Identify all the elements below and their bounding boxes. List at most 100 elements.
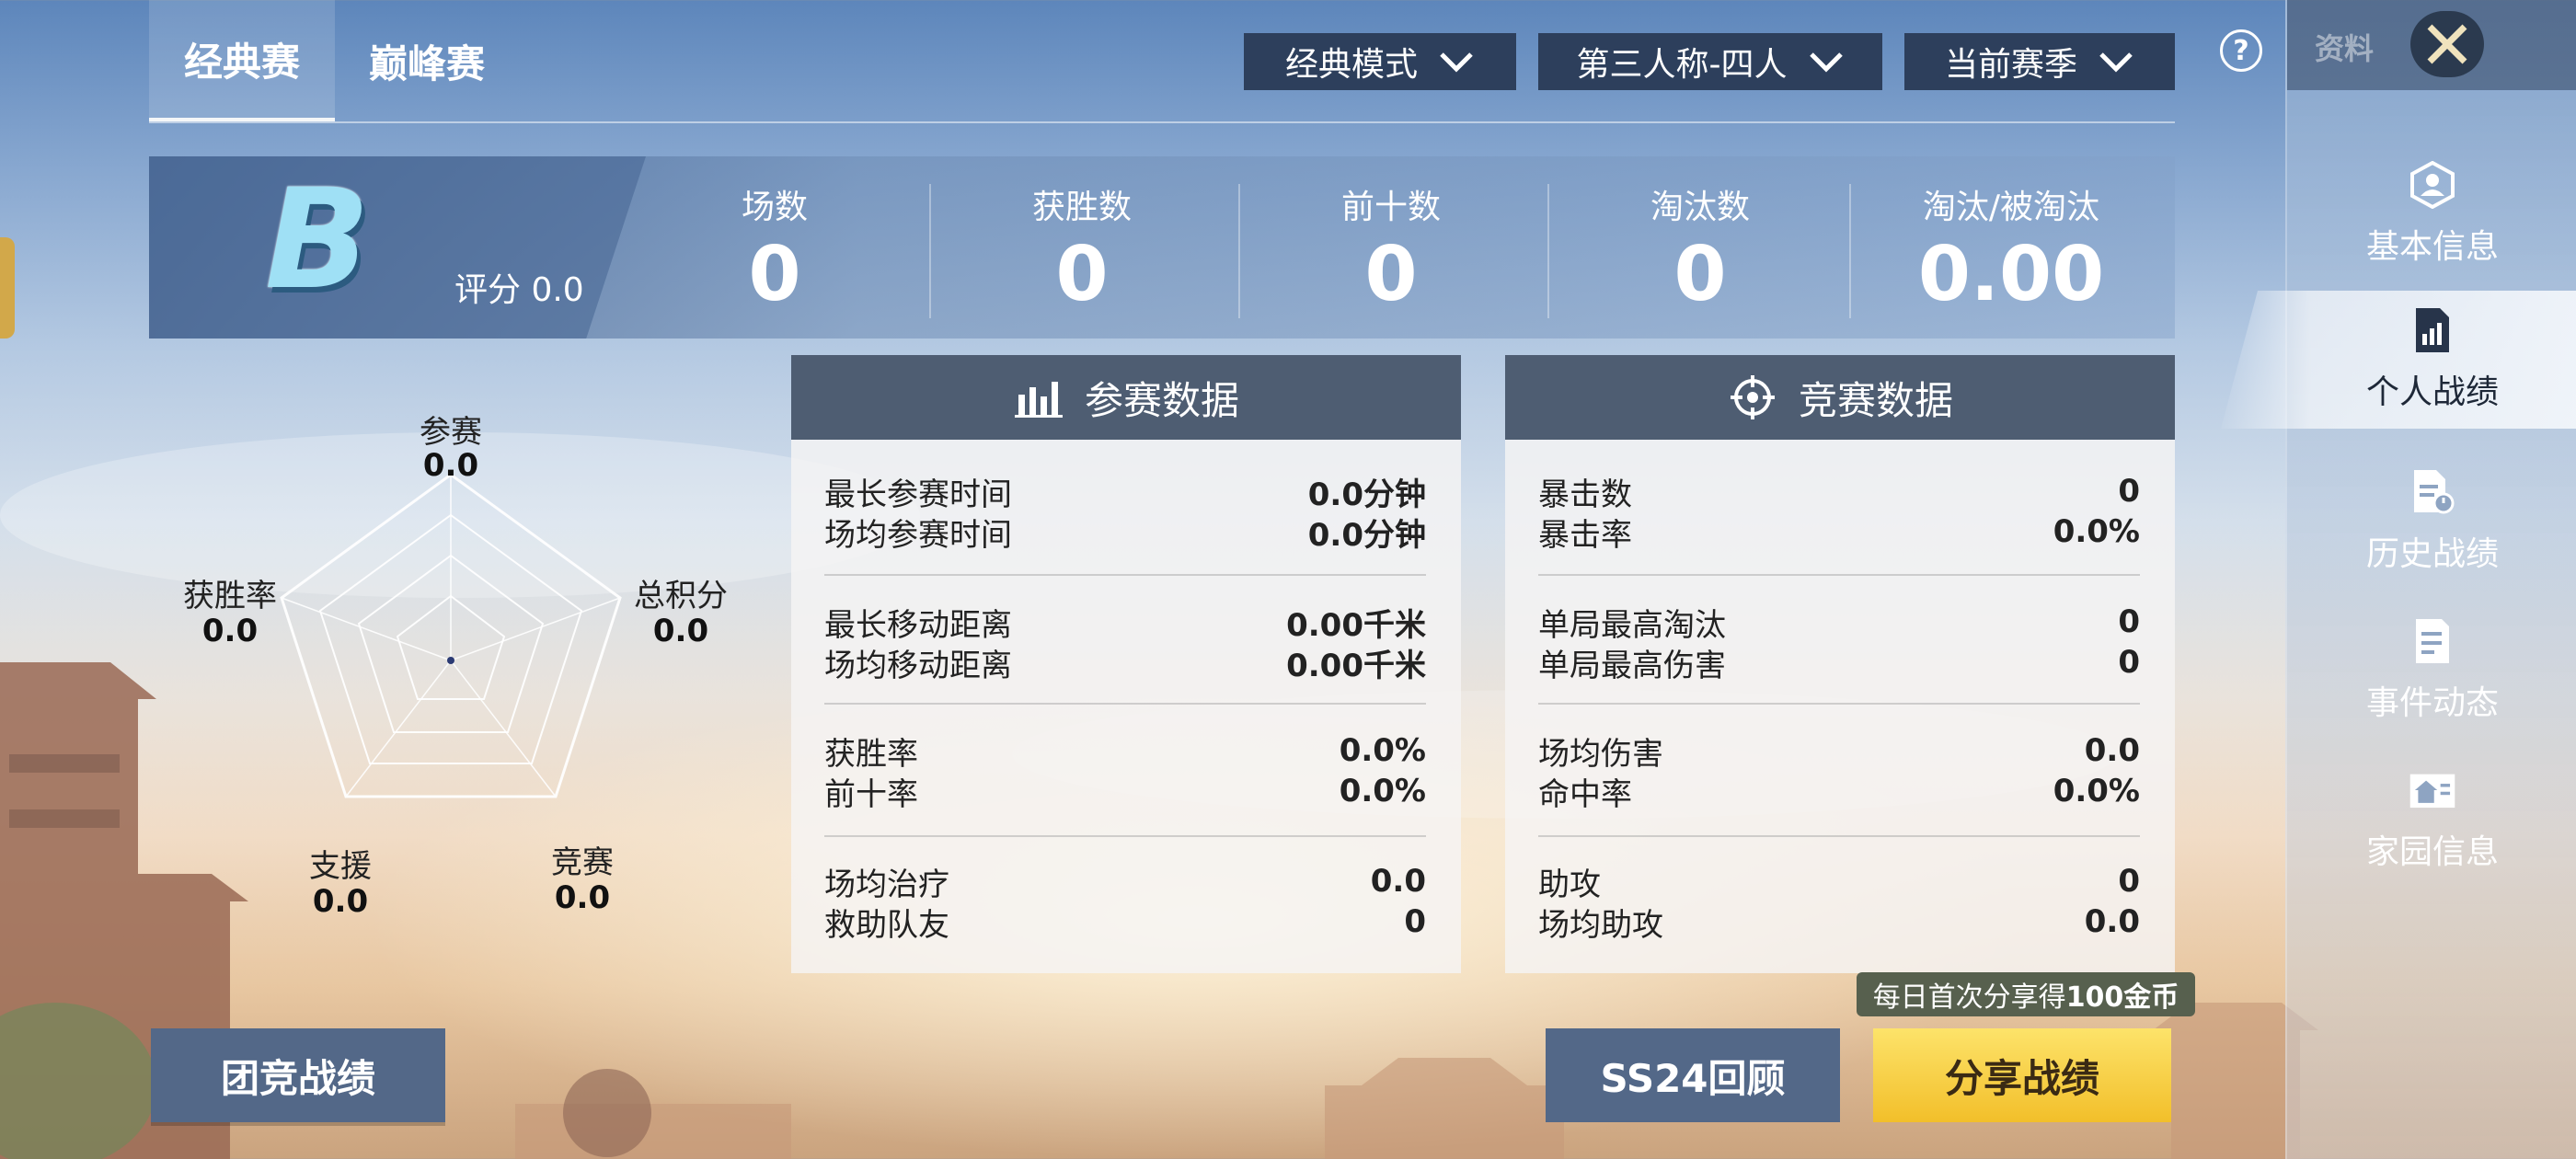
- participation-panel: 参赛数据 最长参赛时间 0.0分钟 场均参赛时间 0.0分钟 最长移动距离 0.00千…: [791, 355, 1461, 973]
- row-label: 助攻: [1538, 866, 1601, 903]
- row-label: 命中率: [1538, 775, 1632, 813]
- row-label: 场均移动距离: [824, 647, 1012, 684]
- radar-chart: 参赛 0.0 总积分 0.0 竞赛 0.0 支援 0.0 获胜率 0.0: [147, 386, 754, 957]
- score-label: 评分 0.0: [454, 271, 584, 309]
- divider: [1538, 574, 2140, 576]
- profile-sidebar: 资料 基本信息 个人战绩 历史战绩 事件动态 家园信息: [2221, 0, 2576, 1159]
- row-value: 0.0分钟: [1307, 516, 1426, 554]
- perspective-dropdown[interactable]: 第三人称-四人: [1538, 33, 1882, 90]
- sidebar-item-history[interactable]: 历史战绩: [2287, 453, 2576, 591]
- grade-section: [149, 156, 646, 339]
- list-item: 助攻 0: [1538, 861, 2140, 903]
- radar-label-combat: 竞赛: [551, 844, 614, 881]
- row-label: 最长移动距离: [824, 606, 1012, 644]
- row-label: 场均伤害: [1538, 735, 1663, 773]
- divider: [1238, 184, 1240, 318]
- row-label: 场均治疗: [824, 866, 949, 903]
- tab-peak[interactable]: 巅峰赛: [335, 0, 519, 121]
- stat-label: 前十数: [1340, 189, 1441, 226]
- sidebar-title: 资料: [2315, 31, 2375, 66]
- participation-panel-title: 参赛数据: [1084, 377, 1239, 423]
- row-label: 获胜率: [824, 735, 918, 773]
- close-button[interactable]: [2410, 11, 2484, 77]
- stat-eliminations: 淘汰数 0: [1553, 180, 1847, 313]
- row-value: 0.00千米: [1286, 647, 1426, 684]
- list-item: 场均参赛时间 0.0分钟: [824, 511, 1426, 554]
- row-value: 0.0: [2084, 903, 2140, 940]
- stat-label: 淘汰数: [1650, 189, 1750, 226]
- row-value: 0.00千米: [1286, 606, 1426, 644]
- sidebar-item-label: 事件动态: [2365, 684, 2499, 722]
- sidebar-item-label: 个人战绩: [2365, 373, 2499, 411]
- row-label: 场均助攻: [1538, 906, 1663, 944]
- bar-chart-doc-icon: [2416, 308, 2449, 352]
- stat-value: 0: [748, 231, 801, 318]
- combat-panel: 竞赛数据 暴击数 0 暴击率 0.0% 单局最高淘汰 0 单局最高伤害 0 场均伤害 0.…: [1505, 355, 2175, 973]
- ss24-review-button[interactable]: SS24回顾: [1546, 1028, 1840, 1122]
- list-item: 场均治疗 0.0: [824, 861, 1426, 903]
- radar-value-combat: 0.0: [554, 879, 611, 916]
- season-dropdown[interactable]: 当前赛季: [1904, 33, 2175, 90]
- side-drawer-handle[interactable]: [0, 237, 15, 339]
- row-label: 前十率: [824, 775, 918, 813]
- bar-chart-icon: [1014, 382, 1063, 418]
- row-value: 0.0: [2084, 732, 2140, 769]
- stat-label: 淘汰/被淘汰: [1922, 189, 2100, 226]
- stat-value: 0: [1364, 231, 1418, 318]
- sidebar-item-home[interactable]: 家园信息: [2287, 751, 2576, 889]
- share-record-button[interactable]: 分享战绩: [1873, 1028, 2171, 1122]
- share-tip-prefix: 每日首次分享得: [1872, 981, 2066, 1014]
- divider: [929, 184, 931, 318]
- list-item: 单局最高淘汰 0: [1538, 602, 2140, 644]
- radar-label-support: 支援: [309, 848, 372, 885]
- stat-wins: 获胜数 0: [935, 180, 1229, 313]
- radar-label-win-rate: 获胜率: [183, 578, 277, 614]
- stat-top10: 前十数 0: [1244, 180, 1538, 313]
- home-icon: [2409, 774, 2455, 809]
- stat-label: 场数: [741, 189, 808, 226]
- divider: [824, 574, 1426, 576]
- tab-divider: [149, 121, 2175, 123]
- chevron-down-icon: [2099, 52, 2133, 73]
- list-item: 前十率 0.0%: [824, 771, 1426, 813]
- list-item: 暴击率 0.0%: [1538, 511, 2140, 554]
- stat-value: 0: [1055, 231, 1109, 318]
- radar-label-participation: 参赛: [420, 414, 482, 451]
- list-item: 命中率 0.0%: [1538, 771, 2140, 813]
- radar-value-win-rate: 0.0: [201, 613, 259, 649]
- sidebar-item-events[interactable]: 事件动态: [2287, 602, 2576, 740]
- stat-value: 0.00: [1917, 231, 2105, 318]
- profile-icon: [2410, 161, 2455, 209]
- tab-classic[interactable]: 经典赛: [149, 0, 335, 121]
- sidebar-item-basic-info[interactable]: 基本信息: [2287, 145, 2576, 283]
- event-doc-icon: [2416, 619, 2449, 663]
- row-value: 0.0%: [2053, 513, 2140, 550]
- history-doc-icon: [2414, 470, 2455, 514]
- season-dropdown-label: 当前赛季: [1944, 46, 2077, 84]
- radar-value-participation: 0.0: [422, 447, 479, 484]
- close-icon: [2427, 24, 2467, 64]
- team-record-button[interactable]: 团竞战绩: [151, 1028, 445, 1122]
- divider: [1849, 184, 1851, 318]
- list-item: 场均伤害 0.0: [1538, 730, 2140, 773]
- combat-panel-header: 竞赛数据: [1505, 355, 2175, 440]
- combat-panel-title: 竞赛数据: [1798, 377, 1953, 423]
- row-label: 场均参赛时间: [824, 516, 1012, 554]
- mode-dropdown[interactable]: 经典模式: [1244, 33, 1516, 90]
- list-item: 场均助攻 0.0: [1538, 901, 2140, 944]
- radar-label-total-score: 总积分: [634, 578, 728, 614]
- sidebar-item-label: 历史战绩: [2365, 535, 2499, 573]
- stat-kd: 淘汰/被淘汰 0.00: [1864, 180, 2158, 313]
- row-value: 0: [2118, 644, 2140, 681]
- sidebar-item-label: 家园信息: [2365, 833, 2499, 871]
- sidebar-item-personal-record[interactable]: 个人战绩: [2287, 291, 2576, 429]
- row-value: 0.0%: [1339, 773, 1426, 809]
- stat-matches: 场数 0: [627, 180, 922, 313]
- row-value: 0: [1404, 903, 1426, 940]
- radar-value-support: 0.0: [312, 883, 369, 920]
- row-value: 0.0%: [1339, 732, 1426, 769]
- row-value: 0.0分钟: [1307, 476, 1426, 513]
- question-circle-icon[interactable]: ?: [2220, 29, 2262, 72]
- list-item: 暴击数 0: [1538, 471, 2140, 513]
- divider: [1538, 835, 2140, 837]
